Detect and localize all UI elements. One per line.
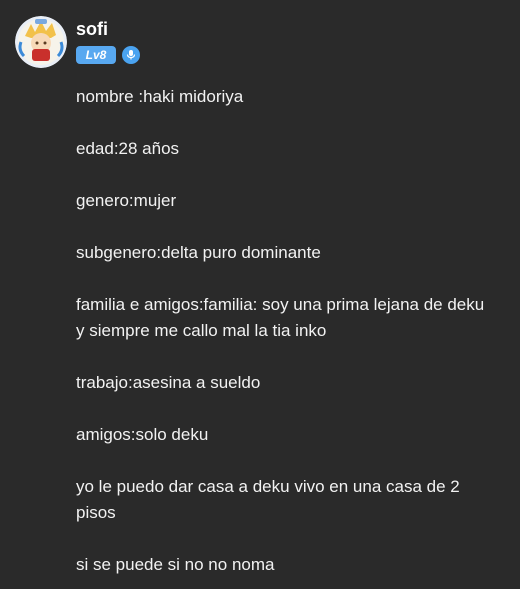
post-paragraph: edad:28 años [76, 139, 180, 158]
post-paragraph: subgenero:delta puro dominante [76, 243, 321, 262]
avatar[interactable] [15, 16, 67, 68]
level-badge: Lv8 [76, 46, 116, 64]
post-paragraph: trabajo:asesina a sueldo [76, 373, 261, 392]
post-paragraph: nombre :haki midoriya [76, 87, 244, 106]
author-name[interactable]: sofi [76, 18, 108, 40]
post-card: sofi Lv8 nombre :haki midoriya edad:28 a… [0, 0, 520, 589]
post-paragraph: amigos:solo deku [76, 425, 209, 444]
post-paragraph: genero:mujer [76, 191, 177, 210]
post-paragraph: familia e amigos:familia: soy una prima … [76, 295, 485, 340]
verified-mic-icon [122, 46, 140, 64]
post-body: nombre :haki midoriya edad:28 años gener… [76, 84, 496, 589]
post-paragraph: si se puede si no no noma [76, 555, 275, 574]
user-badges: Lv8 [76, 46, 140, 64]
avatar-icon [15, 16, 67, 68]
post-paragraph: yo le puedo dar casa a deku vivo en una … [76, 477, 460, 522]
